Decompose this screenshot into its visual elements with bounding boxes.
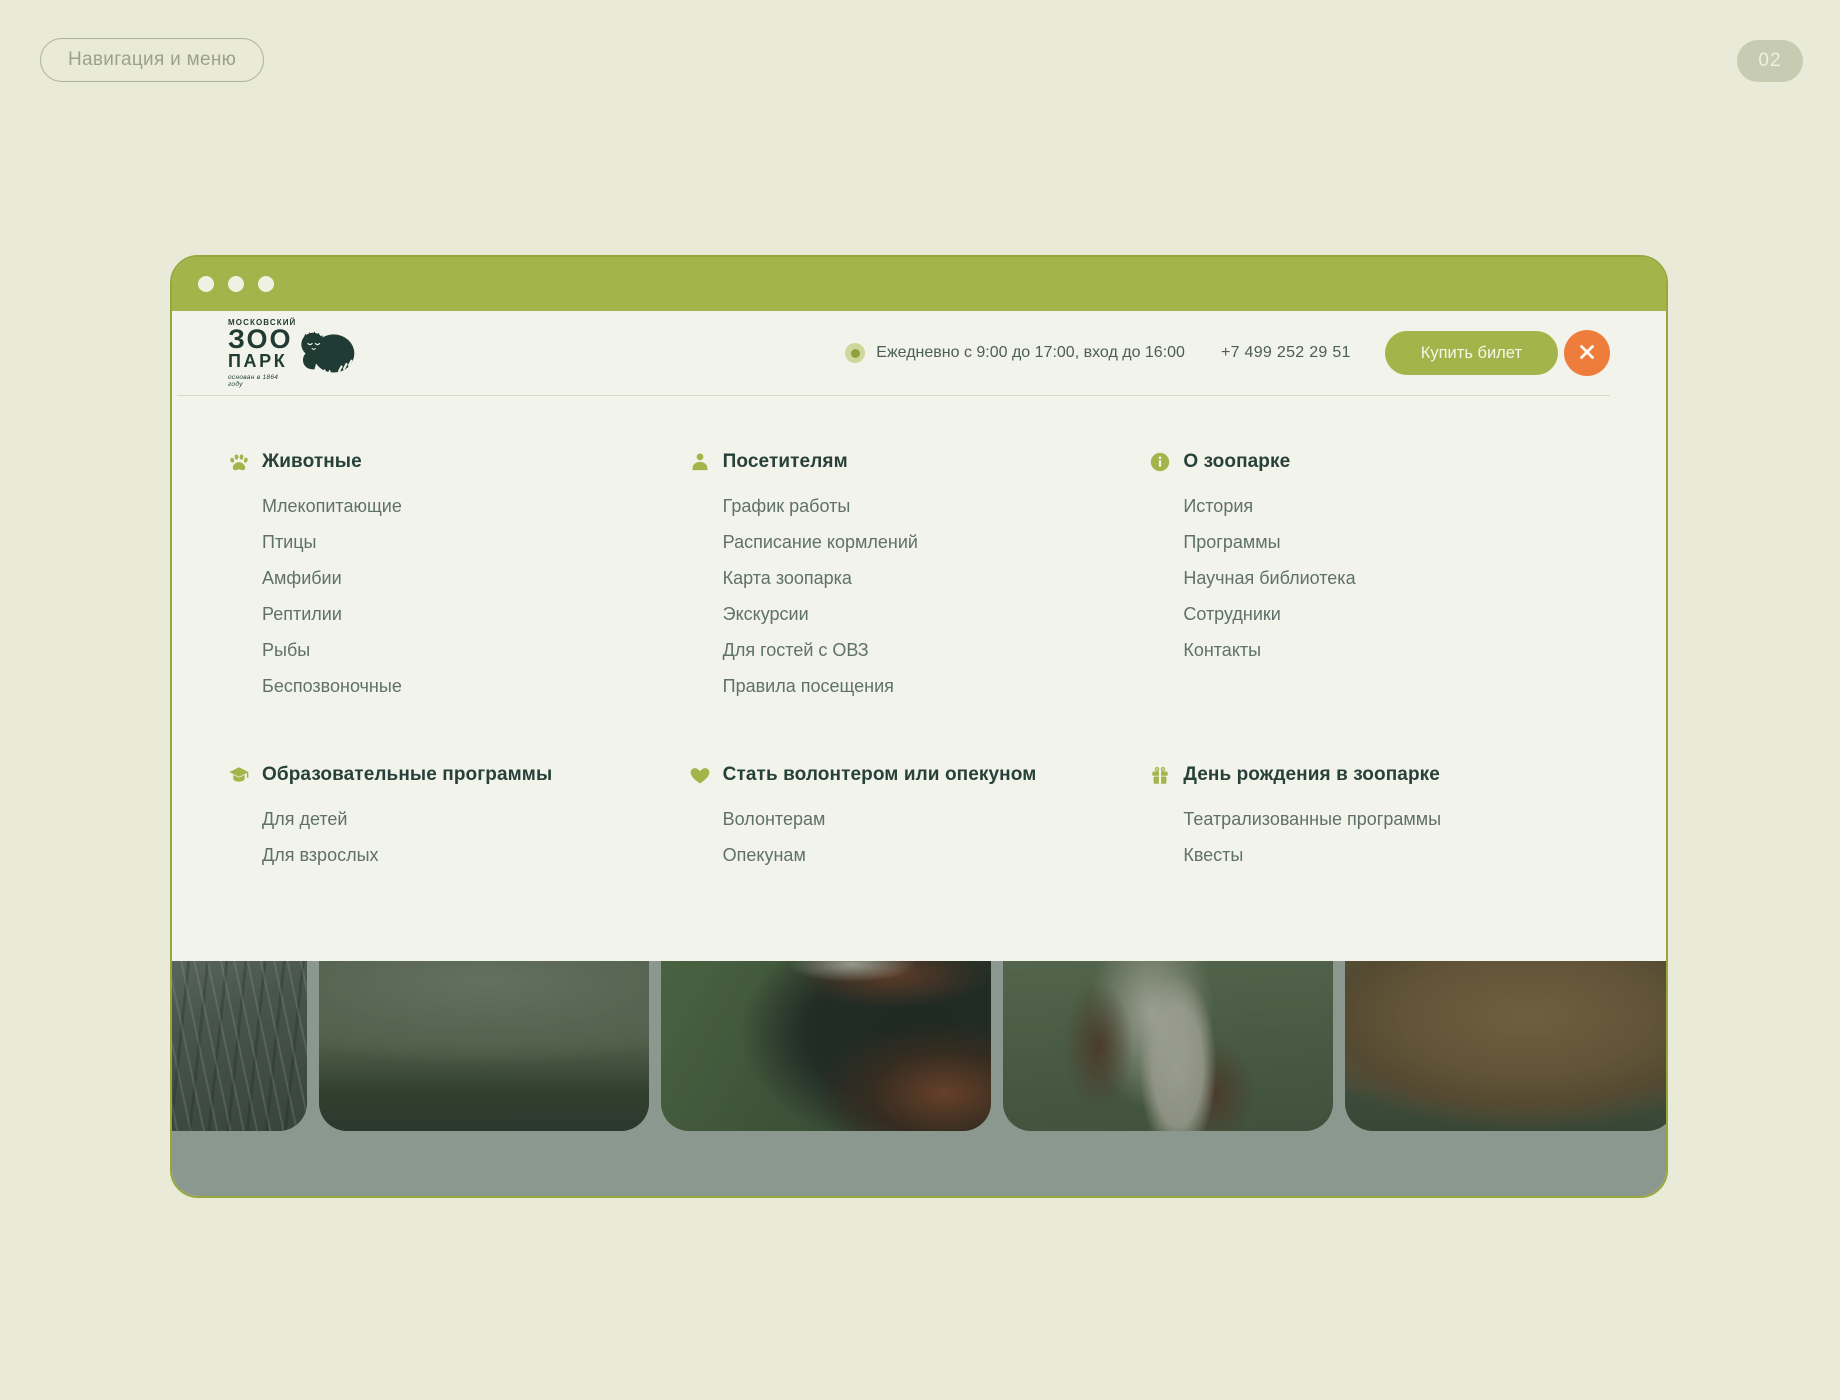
slide-label-text: Навигация и меню [68,49,237,70]
menu-item[interactable]: Рептилии [262,596,689,632]
section-header[interactable]: Образовательные программы [228,763,689,787]
slide-number-badge: 02 [1737,40,1803,82]
section-header[interactable]: Животные [228,450,689,474]
dimmed-page-background [172,961,1666,1196]
menu-item[interactable]: Амфибии [262,560,689,596]
menu-item[interactable]: Контакты [1183,632,1610,668]
menu-section-volunteer: Стать волонтером или опекуном Волонтерам… [689,763,1150,873]
section-items: Волонтерам Опекунам [723,801,1150,873]
photo-card-llama [1003,961,1333,1131]
slide-number-text: 02 [1758,50,1782,71]
section-title: Образовательные программы [262,764,553,785]
menu-item[interactable]: Волонтерам [723,801,1150,837]
photo-card-brown-bear [1345,961,1666,1131]
section-items: График работы Расписание кормлений Карта… [723,488,1150,704]
menu-item[interactable]: Программы [1183,524,1610,560]
paw-icon [228,451,250,473]
close-menu-button[interactable] [1564,330,1610,376]
menu-item[interactable]: Квесты [1183,837,1610,873]
menu-item[interactable]: Экскурсии [723,596,1150,632]
section-title: О зоопарке [1183,451,1291,472]
menu-item[interactable]: Карта зоопарка [723,560,1150,596]
menu-item[interactable]: Правила посещения [723,668,1150,704]
browser-window: МОСКОВСКИЙ ЗОО ПАРК основан в 1864 году [170,255,1668,1198]
menu-item[interactable]: Научная библиотека [1183,560,1610,596]
slide-label-badge: Навигация и меню [40,38,265,82]
schedule-text: Ежедневно с 9:00 до 17:00, вход до 16:00 [876,344,1185,361]
menu-item[interactable]: Беспозвоночные [262,668,689,704]
menu-section-animals: Животные Млекопитающие Птицы Амфибии Реп… [228,450,689,704]
section-header[interactable]: Стать волонтером или опекуном [689,763,1150,787]
menu-section-education: Образовательные программы Для детей Для … [228,763,689,873]
section-items: Театрализованные программы Квесты [1183,801,1610,873]
menu-item[interactable]: Театрализованные программы [1183,801,1610,837]
menu-section-birthday: День рождения в зоопарке Театрализованны… [1149,763,1610,873]
section-header[interactable]: О зоопарке [1149,450,1610,474]
photo-card-cat-fur [172,961,307,1131]
visitor-icon [689,451,711,473]
menu-section-visitors: Посетителям График работы Расписание кор… [689,450,1150,704]
window-dot [258,276,274,292]
schedule-status: Ежедневно с 9:00 до 17:00, вход до 16:00 [845,343,1185,363]
close-icon [1579,344,1595,363]
section-title: День рождения в зоопарке [1183,764,1440,785]
status-dot-icon [845,343,866,363]
menu-section-about: О зоопарке История Программы Научная биб… [1149,450,1610,704]
menu-item[interactable]: Для детей [262,801,689,837]
menu-item[interactable]: График работы [723,488,1150,524]
section-title: Животные [262,451,362,472]
buy-ticket-button[interactable]: Купить билет [1384,331,1558,375]
section-items: Млекопитающие Птицы Амфибии Рептилии Рыб… [262,488,689,704]
section-title: Посетителям [722,451,848,472]
photo-card-mossy-rock [319,961,649,1131]
logo-line-park: ПАРК [228,350,288,371]
info-icon [1149,451,1171,473]
section-header[interactable]: День рождения в зоопарке [1149,763,1610,787]
design-canvas: { "canvas": { "tag_badge": "Навигация и … [0,0,1840,1400]
photo-carousel [172,961,1666,1131]
zoo-logo[interactable]: МОСКОВСКИЙ ЗОО ПАРК основан в 1864 году [228,318,356,388]
zoo-logo-text: МОСКОВСКИЙ ЗОО ПАРК основан в 1864 году [228,318,295,388]
menu-item[interactable]: Рыбы [262,632,689,668]
section-title: Стать волонтером или опекуном [722,764,1037,785]
mega-menu: Животные Млекопитающие Птицы Амфибии Реп… [172,396,1666,961]
menu-item[interactable]: Сотрудники [1183,596,1610,632]
menu-item[interactable]: Для гостей с ОВЗ [723,632,1150,668]
menu-item[interactable]: Расписание кормлений [723,524,1150,560]
menu-item[interactable]: История [1183,488,1610,524]
menu-item[interactable]: Для взрослых [262,837,689,873]
window-dot [228,276,244,292]
heart-icon [689,764,711,786]
window-titlebar [172,257,1666,311]
menu-item[interactable]: Опекунам [723,837,1150,873]
section-header[interactable]: Посетителям [689,450,1150,474]
manul-cat-icon [298,325,356,382]
menu-item[interactable]: Млекопитающие [262,488,689,524]
logo-line-zoo: ЗОО [228,324,293,355]
section-items: Для детей Для взрослых [262,801,689,873]
header-right-group: Ежедневно с 9:00 до 17:00, вход до 16:00… [845,330,1610,376]
phone-link[interactable]: +7 499 252 29 51 [1221,344,1351,362]
menu-item[interactable]: Птицы [262,524,689,560]
gift-icon [1149,764,1171,786]
photo-card-red-panda [661,961,991,1131]
section-items: История Программы Научная библиотека Сот… [1183,488,1610,668]
logo-tagline: основан в 1864 году [228,373,279,388]
education-icon [228,764,250,786]
window-dot [198,276,214,292]
site-header: МОСКОВСКИЙ ЗОО ПАРК основан в 1864 году [172,311,1666,395]
